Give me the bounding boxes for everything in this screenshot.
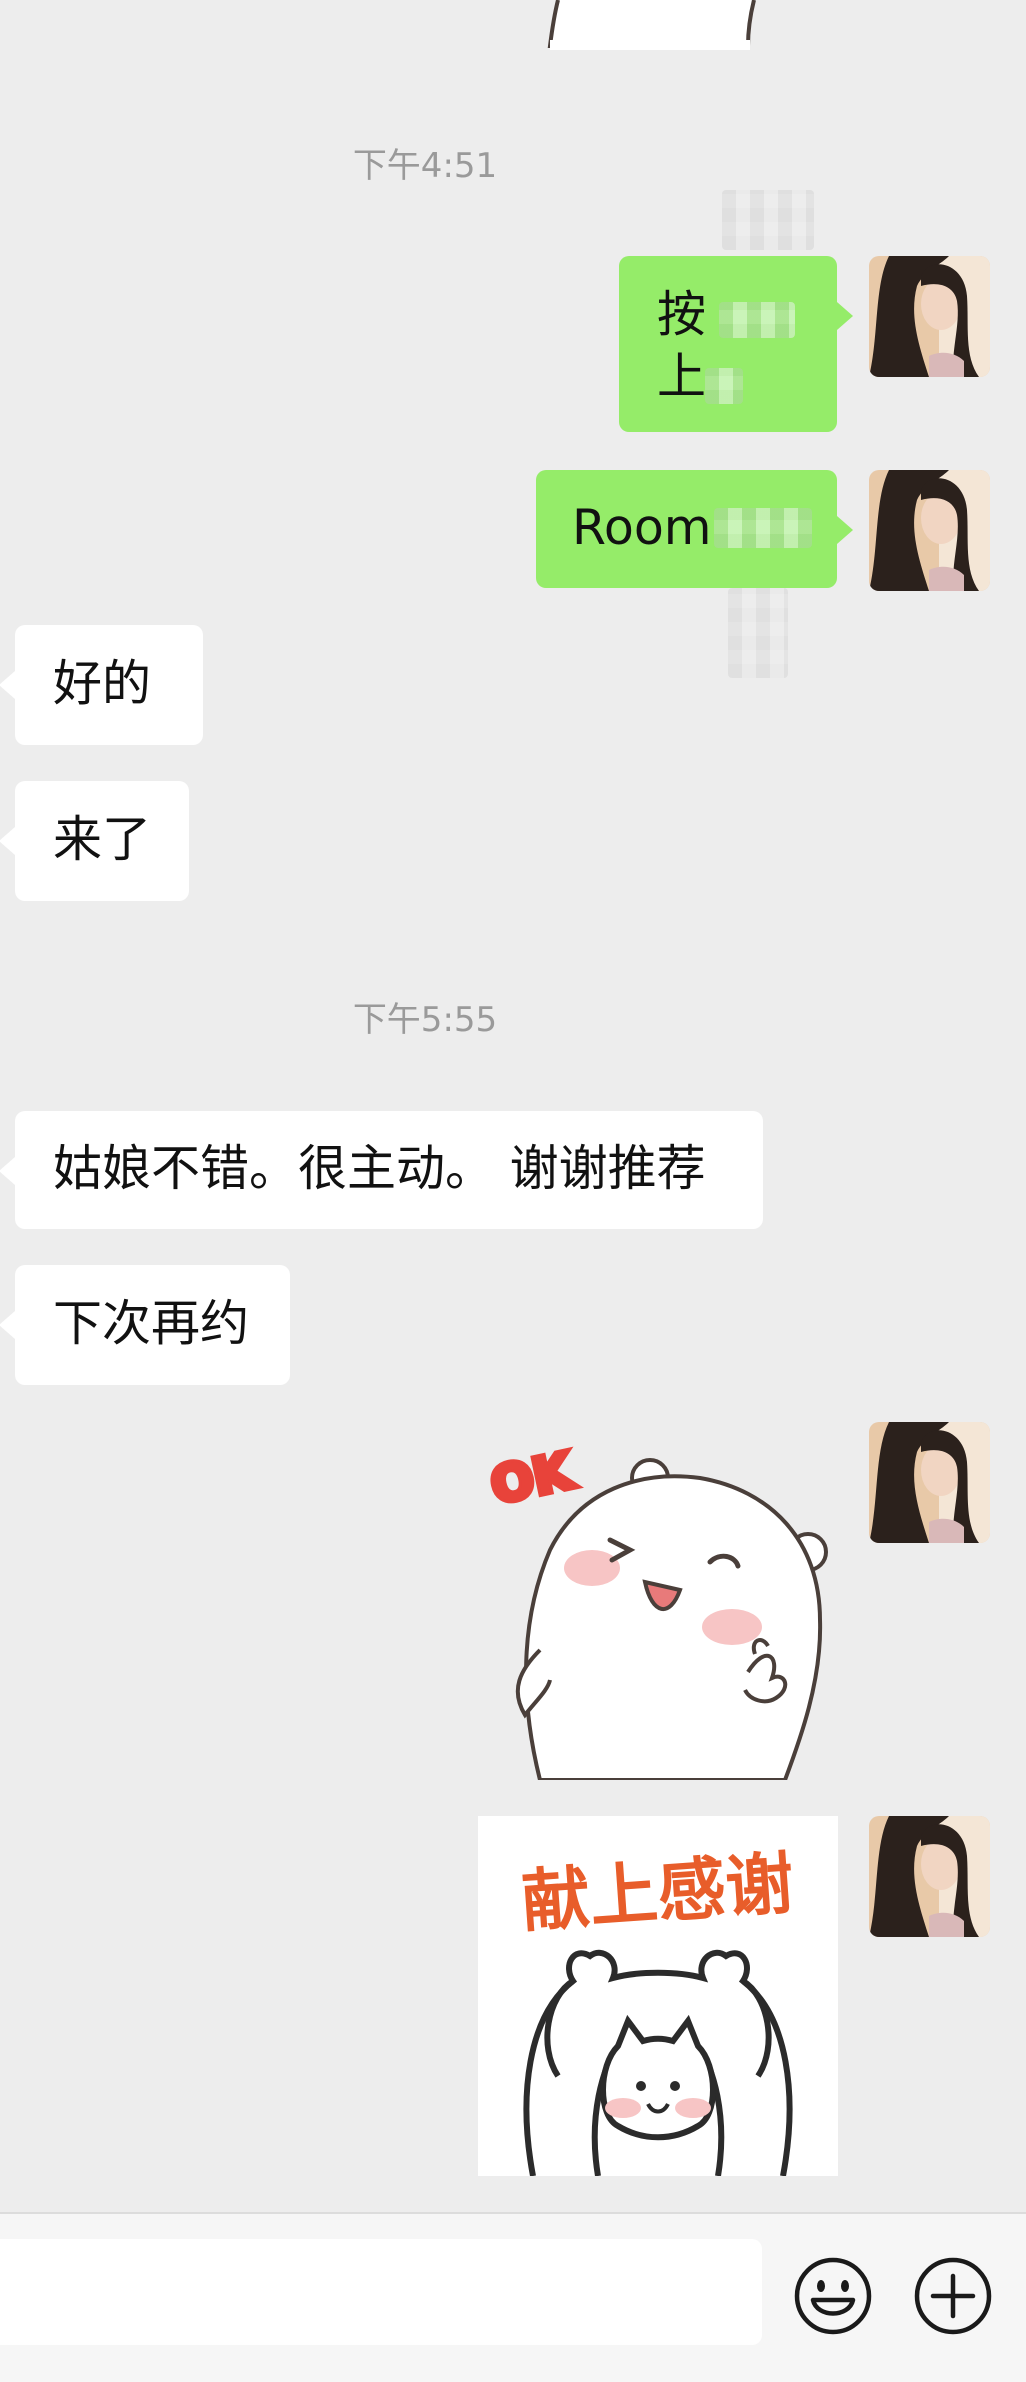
bear-ok-sticker[interactable]: OK OK (480, 1440, 840, 1780)
redacted-mosaic (705, 368, 743, 404)
avatar-photo-icon (869, 256, 990, 377)
sticker-ok-text-fill: OK (486, 1441, 580, 1515)
message-text: 下次再约 (53, 1295, 250, 1352)
my-avatar[interactable] (869, 256, 990, 377)
timestamp: 下午4:51 (352, 146, 498, 186)
redacted-mosaic (722, 190, 814, 250)
timestamp: 下午5:55 (352, 1000, 498, 1040)
outgoing-message[interactable]: 按 上 (619, 256, 853, 432)
incoming-message[interactable]: 好的 (0, 625, 203, 745)
redacted-mosaic (719, 302, 795, 338)
chat-screen: 下午4:51 按 上 Room 好的 来了 下午5:55 姑娘不错。很主动。 谢… (0, 0, 1026, 2382)
incoming-message[interactable]: 来了 (0, 781, 189, 901)
emoji-smile-icon[interactable] (793, 2256, 873, 2336)
incoming-message[interactable]: 姑娘不错。很主动。 谢谢推荐 (0, 1111, 763, 1229)
cat-thanks-sticker[interactable]: 献上感谢 (478, 1816, 838, 2176)
avatar-photo-icon (869, 1816, 990, 1937)
composer-bar (0, 2212, 1026, 2382)
message-text: 来了 (53, 811, 152, 868)
outgoing-message[interactable]: Room (536, 470, 853, 588)
message-input[interactable] (0, 2239, 762, 2345)
my-avatar[interactable] (869, 1422, 990, 1543)
my-avatar[interactable] (869, 470, 990, 591)
incoming-message[interactable]: 下次再约 (0, 1265, 290, 1385)
message-text: Room (572, 499, 712, 556)
message-text: 好的 (53, 655, 152, 712)
redacted-mosaic (728, 588, 788, 678)
message-text: 姑娘不错。很主动。 谢谢推荐 (53, 1140, 706, 1197)
my-avatar[interactable] (869, 1816, 990, 1937)
plus-circle-icon[interactable] (913, 2256, 993, 2336)
avatar-photo-icon (869, 1422, 990, 1543)
partial-sticker-top[interactable] (540, 0, 780, 50)
message-line: 上 (657, 348, 707, 405)
redacted-mosaic (714, 508, 812, 548)
avatar-photo-icon (869, 470, 990, 591)
